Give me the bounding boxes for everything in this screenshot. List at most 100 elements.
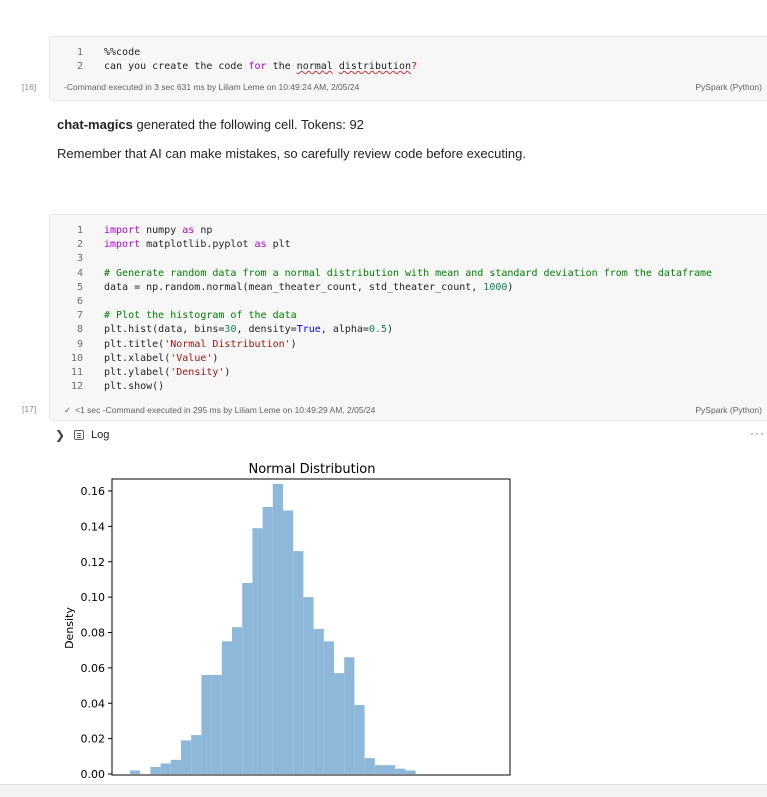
cell-status-bar: -Command executed in 3 sec 631 ms by Lil… — [50, 79, 767, 97]
chat-magics-message: chat-magics generated the following cell… — [57, 117, 364, 132]
chat-magics-name: chat-magics — [57, 117, 133, 132]
code-line[interactable]: 1 %%code — [50, 46, 767, 60]
histogram-bar — [385, 765, 396, 774]
code-text[interactable]: # Generate random data from a normal dis… — [104, 267, 712, 281]
code-token: ? — [411, 61, 418, 73]
code-editor[interactable]: 1 %%code 2 can you create the code for the … — [50, 37, 767, 74]
horizontal-scrollbar[interactable] — [0, 784, 767, 797]
language-selector[interactable]: PySpark (Python) — [695, 405, 762, 415]
histogram-bar — [395, 768, 406, 774]
code-text[interactable]: plt.hist(data, bins=30, density=True, al… — [104, 323, 393, 337]
execution-status: -Command executed in 3 sec 631 ms by Lil… — [64, 82, 360, 92]
histogram-bar — [272, 483, 283, 774]
code-line[interactable]: 5 data = np.random.normal(mean_theater_co… — [50, 281, 767, 295]
histogram-bar — [130, 770, 141, 774]
code-line[interactable]: 1 import numpy as np — [50, 224, 767, 238]
code-line[interactable]: 9 plt.title('Normal Distribution') — [50, 338, 767, 352]
code-cell-17[interactable]: 1 import numpy as np 2 import matplotlib.py… — [49, 214, 767, 421]
histogram-bar — [181, 740, 192, 774]
code-token: as — [254, 239, 267, 251]
code-token: for — [248, 61, 267, 73]
line-number: 9 — [76, 338, 83, 350]
line-number: 11 — [70, 366, 83, 378]
code-line[interactable]: 4 # Generate random data from a normal di… — [50, 267, 767, 281]
code-text[interactable]: # Plot the histogram of the data — [104, 309, 297, 323]
y-tick-label: 0.12 — [81, 556, 106, 569]
histogram-bar — [232, 627, 243, 774]
y-tick-label: 0.16 — [81, 485, 106, 498]
log-toggle[interactable]: ❯ Log — [55, 428, 109, 442]
code-token: 0.5 — [368, 324, 388, 336]
code-text[interactable]: import numpy as np — [104, 224, 212, 238]
code-line[interactable]: 3 — [50, 252, 767, 266]
code-token: ) — [224, 366, 231, 378]
y-tick-label: 0.04 — [81, 697, 106, 710]
y-tick-label: 0.00 — [81, 768, 106, 781]
execution-status: ✓ <1 sec -Command executed in 295 ms by L… — [64, 405, 375, 416]
line-number: 2 — [76, 239, 83, 251]
code-token: ) — [387, 324, 394, 336]
code-cell-16[interactable]: 1 %%code 2 can you create the code for the … — [49, 36, 767, 101]
code-text[interactable]: %%code — [104, 46, 140, 60]
more-options-icon[interactable]: ··· — [750, 426, 765, 440]
histogram-bar — [191, 735, 202, 774]
code-token: # Plot the histogram of the data — [104, 310, 297, 322]
code-editor[interactable]: 1 import numpy as np 2 import matplotlib.py… — [50, 215, 767, 394]
chevron-right-icon[interactable]: ❯ — [55, 428, 65, 442]
histogram-bar — [405, 770, 416, 774]
histogram-bar — [334, 673, 345, 774]
code-line[interactable]: 10 plt.xlabel('Value') — [50, 352, 767, 366]
code-token: import — [104, 239, 141, 251]
code-line[interactable]: 2 can you create the code for the normal … — [50, 60, 767, 74]
code-token: 'Density' — [170, 366, 225, 378]
histogram-bar — [211, 674, 222, 774]
code-line[interactable]: 8 plt.hist(data, bins=30, density=True, a… — [50, 323, 767, 337]
line-number: 2 — [76, 61, 83, 73]
code-token: plt.xlabel( — [104, 352, 171, 364]
code-token: matplotlib.pyplot — [140, 239, 255, 251]
code-text[interactable]: data = np.random.normal(mean_theater_cou… — [104, 281, 513, 295]
histogram-bar — [160, 763, 171, 774]
code-token: normal — [296, 61, 333, 73]
execution-count: [17] — [22, 404, 37, 414]
code-token: 1000 — [483, 281, 508, 293]
code-text[interactable]: plt.ylabel('Density') — [104, 366, 230, 380]
histogram-bar — [344, 657, 355, 774]
code-token: ) — [212, 352, 219, 364]
histogram-bar — [201, 674, 212, 774]
histogram-bar — [252, 528, 263, 774]
code-token: ) — [290, 338, 297, 350]
code-token: plt.hist(data, bins= — [104, 324, 225, 336]
code-line[interactable]: 2 import matplotlib.pyplot as plt — [50, 238, 767, 252]
code-line[interactable]: 6 — [50, 295, 767, 309]
code-token: data = np.random.normal(mean_theater_cou… — [104, 281, 484, 293]
code-token: %%code — [104, 47, 141, 58]
histogram-bar — [283, 510, 294, 774]
histogram-bar — [303, 597, 314, 775]
check-icon: ✓ — [64, 405, 72, 415]
code-token: plt — [266, 239, 291, 251]
log-label: Log — [91, 429, 110, 441]
code-line[interactable]: 7 # Plot the histogram of the data — [50, 309, 767, 323]
execution-status-text: <1 sec -Command executed in 295 ms by Li… — [75, 405, 376, 415]
histogram-bar — [323, 641, 334, 774]
code-text[interactable]: can you create the code for the normal d… — [104, 60, 417, 74]
histogram-bar — [150, 766, 161, 775]
code-text[interactable]: plt.xlabel('Value') — [104, 352, 218, 366]
cell-status-bar: ✓ <1 sec -Command executed in 295 ms by L… — [50, 402, 767, 420]
code-token: 30 — [224, 324, 237, 336]
line-number: 7 — [76, 310, 83, 322]
code-line[interactable]: 12 plt.show() — [50, 380, 767, 394]
code-line[interactable]: 11 plt.ylabel('Density') — [50, 366, 767, 380]
line-number: 8 — [76, 324, 83, 336]
y-tick-label: 0.06 — [81, 662, 106, 675]
code-token: , alpha= — [320, 324, 369, 336]
code-token: np — [194, 225, 213, 236]
code-text[interactable]: import matplotlib.pyplot as plt — [104, 238, 291, 252]
histogram-bar — [364, 758, 375, 774]
line-number: 6 — [76, 295, 83, 307]
code-text[interactable]: plt.title('Normal Distribution') — [104, 338, 297, 352]
code-text[interactable]: plt.show() — [104, 380, 164, 394]
language-selector[interactable]: PySpark (Python) — [695, 82, 762, 92]
histogram-bar — [170, 759, 181, 774]
